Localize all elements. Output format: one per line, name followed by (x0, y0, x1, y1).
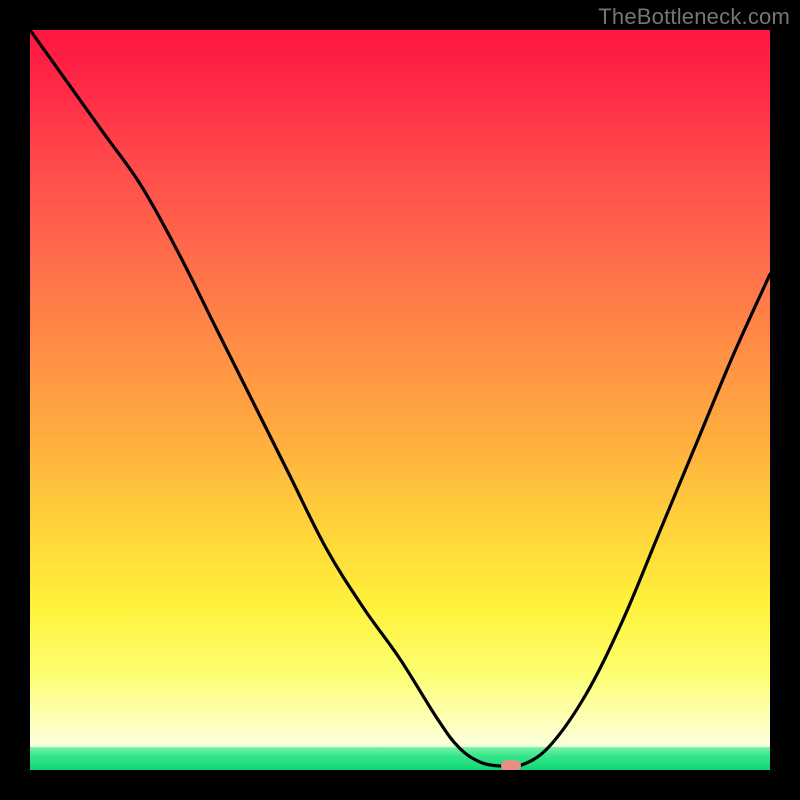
plot-area (30, 30, 770, 770)
optimal-marker (501, 760, 521, 770)
curve-layer (30, 30, 770, 770)
bottleneck-curve (30, 30, 770, 768)
watermark-text: TheBottleneck.com (598, 4, 790, 30)
chart-frame: TheBottleneck.com (0, 0, 800, 800)
